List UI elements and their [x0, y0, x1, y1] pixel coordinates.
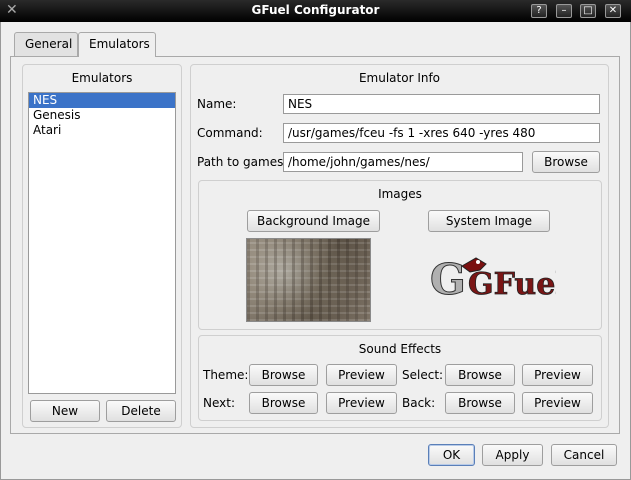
list-item-nes[interactable]: NES — [29, 93, 175, 108]
command-field[interactable]: /usr/games/fceu -fs 1 -xres 640 -yres 48… — [283, 123, 600, 143]
command-label: Command: — [197, 126, 263, 140]
name-label: Name: — [197, 97, 237, 111]
emulators-group-title: Emulators — [71, 71, 133, 85]
path-browse-button[interactable]: Browse — [532, 151, 600, 173]
svg-text:G: G — [430, 255, 466, 304]
background-image-preview — [246, 238, 371, 322]
delete-button[interactable]: Delete — [106, 400, 176, 422]
ok-button[interactable]: OK — [428, 444, 475, 466]
help-button[interactable]: ? — [531, 4, 547, 18]
emulator-list[interactable]: NES Genesis Atari — [28, 92, 176, 394]
next-browse-button[interactable]: Browse — [249, 392, 318, 414]
logo-text: GFuel — [468, 267, 556, 302]
back-label: Back: — [402, 396, 436, 410]
select-label: Select: — [402, 368, 444, 382]
tab-general[interactable]: General — [14, 32, 78, 56]
select-preview-button[interactable]: Preview — [522, 364, 593, 386]
cancel-button[interactable]: Cancel — [551, 444, 617, 466]
list-item-atari[interactable]: Atari — [29, 123, 175, 138]
theme-preview-button[interactable]: Preview — [326, 364, 397, 386]
background-image-button[interactable]: Background Image — [247, 210, 380, 232]
minimize-button[interactable]: – — [556, 4, 572, 18]
path-label: Path to games: — [197, 155, 288, 169]
images-group-title: Images — [378, 187, 422, 201]
name-field[interactable]: NES — [283, 94, 600, 114]
tab-emulators[interactable]: Emulators — [78, 32, 156, 57]
sound-effects-title: Sound Effects — [358, 342, 442, 356]
close-button[interactable]: ✕ — [605, 4, 621, 18]
system-image-button[interactable]: System Image — [428, 210, 550, 232]
maximize-button[interactable]: □ — [580, 4, 596, 18]
back-browse-button[interactable]: Browse — [445, 392, 515, 414]
back-preview-button[interactable]: Preview — [522, 392, 593, 414]
list-item-genesis[interactable]: Genesis — [29, 108, 175, 123]
theme-browse-button[interactable]: Browse — [249, 364, 318, 386]
apply-button[interactable]: Apply — [482, 444, 543, 466]
new-button[interactable]: New — [30, 400, 100, 422]
emulator-info-title: Emulator Info — [358, 71, 441, 85]
next-preview-button[interactable]: Preview — [326, 392, 397, 414]
next-label: Next: — [203, 396, 235, 410]
system-image-preview: G GFuel — [430, 255, 557, 305]
theme-label: Theme: — [203, 368, 249, 382]
window-titlebar[interactable]: ✕ GFuel Configurator ? – □ ✕ — [0, 0, 631, 22]
select-browse-button[interactable]: Browse — [445, 364, 515, 386]
path-field[interactable]: /home/john/games/nes/ — [283, 152, 523, 172]
